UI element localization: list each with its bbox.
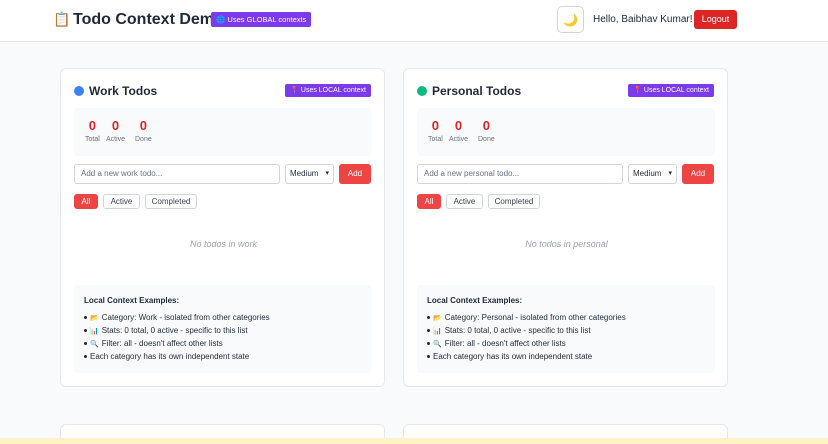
new-todo-input[interactable]: Add a new personal todo... <box>417 164 623 184</box>
examples-title: Local Context Examples: <box>427 296 523 305</box>
chevron-down-icon: ▾ <box>668 170 672 177</box>
global-context-badge: 🌐 Uses GLOBAL contexts <box>211 12 312 27</box>
stat-total: 0 Total <box>85 118 100 145</box>
example-item: Each category has its own independent st… <box>83 352 250 361</box>
chart-icon: 📊 <box>90 328 99 335</box>
add-todo-button[interactable]: Add <box>339 164 371 184</box>
personal-todos-card: Personal Todos 📍 Uses LOCAL context 0 To… <box>403 68 728 387</box>
stat-total-label: Total <box>85 136 100 143</box>
stat-done: 0 Done <box>135 118 152 145</box>
example-item: 📂 Category: Personal - isolated from othe… <box>427 313 626 322</box>
example-item: 📊 Stats: 0 total, 0 active - specific to … <box>427 326 591 335</box>
moon-icon: 🌙 <box>563 12 578 27</box>
stat-done-label: Done <box>135 136 152 143</box>
app-header: 📋 Todo Context Demo 🌐 Uses GLOBAL contex… <box>0 0 828 42</box>
stat-done-value: 0 <box>482 118 490 133</box>
stat-active-value: 0 <box>111 118 120 133</box>
stat-active-value: 0 <box>454 118 463 133</box>
stat-active-label: Active <box>449 136 469 143</box>
local-context-examples: Local Context Examples: 📂 Category: Work … <box>74 285 372 373</box>
stat-total-value: 0 <box>431 118 440 133</box>
stat-active-label: Active <box>106 136 126 143</box>
stat-total: 0 Total <box>428 118 443 145</box>
example-item: 🔍 Filter: all - doesn't affect other list… <box>427 339 566 348</box>
chevron-down-icon: ▾ <box>325 170 329 177</box>
folder-icon: 📂 <box>90 315 99 322</box>
stats-panel: 0 Total 0 Active 0 Done <box>417 108 715 156</box>
magnifier-icon: 🔍 <box>433 341 442 348</box>
folder-icon: 📂 <box>433 315 442 322</box>
stat-done: 0 Done <box>478 118 495 145</box>
filter-active-button[interactable]: Active <box>103 194 140 209</box>
card-title: Work Todos <box>89 84 158 98</box>
stat-done-label: Done <box>478 136 495 143</box>
filter-active-button[interactable]: Active <box>446 194 483 209</box>
example-item: 📊 Stats: 0 total, 0 active - specific to … <box>84 326 248 335</box>
priority-value: Medium <box>290 169 319 178</box>
local-context-badge: 📍 Uses LOCAL context <box>285 84 371 97</box>
clipboard-icon: 📋 <box>53 11 71 27</box>
local-context-examples: Local Context Examples: 📂 Category: Perso… <box>417 285 715 373</box>
stats-panel: 0 Total 0 Active 0 Done <box>74 108 372 156</box>
theme-toggle-button[interactable]: 🌙 <box>557 6 584 33</box>
bottom-strip <box>0 438 828 444</box>
personal-category-dot <box>417 86 427 96</box>
work-category-dot <box>74 86 84 96</box>
app-title: Todo Context Demo <box>73 11 224 28</box>
example-item: 🔍 Filter: all - doesn't affect other list… <box>84 339 223 348</box>
priority-value: Medium <box>633 169 662 178</box>
work-todos-card: Work Todos 📍 Uses LOCAL context 0 Total … <box>60 68 385 387</box>
empty-state-text: No todos in work <box>189 239 258 249</box>
example-item: 📂 Category: Work - isolated from other ca… <box>84 313 270 322</box>
filter-all-button[interactable]: All <box>417 194 441 209</box>
stat-active: 0 Active <box>449 118 468 145</box>
example-item: Each category has its own independent st… <box>426 352 593 361</box>
stat-done-value: 0 <box>139 118 147 133</box>
filter-completed-button[interactable]: Completed <box>145 194 197 209</box>
priority-select[interactable]: Medium ▾ <box>628 164 677 184</box>
examples-title: Local Context Examples: <box>84 296 180 305</box>
card-title: Personal Todos <box>432 84 522 98</box>
add-todo-button[interactable]: Add <box>682 164 714 184</box>
magnifier-icon: 🔍 <box>90 341 99 348</box>
priority-select[interactable]: Medium ▾ <box>285 164 334 184</box>
chart-icon: 📊 <box>433 328 442 335</box>
stat-active: 0 Active <box>106 118 125 145</box>
new-todo-input[interactable]: Add a new work todo... <box>74 164 280 184</box>
filter-all-button[interactable]: All <box>74 194 98 209</box>
stat-total-value: 0 <box>88 118 97 133</box>
empty-state-text: No todos in personal <box>525 239 608 249</box>
local-context-badge: 📍 Uses LOCAL context <box>628 84 714 97</box>
user-greeting: Hello, Baibhav Kumar! <box>593 14 693 25</box>
filter-completed-button[interactable]: Completed <box>488 194 540 209</box>
stat-total-label: Total <box>428 136 443 143</box>
logout-button[interactable]: Logout <box>694 10 737 29</box>
